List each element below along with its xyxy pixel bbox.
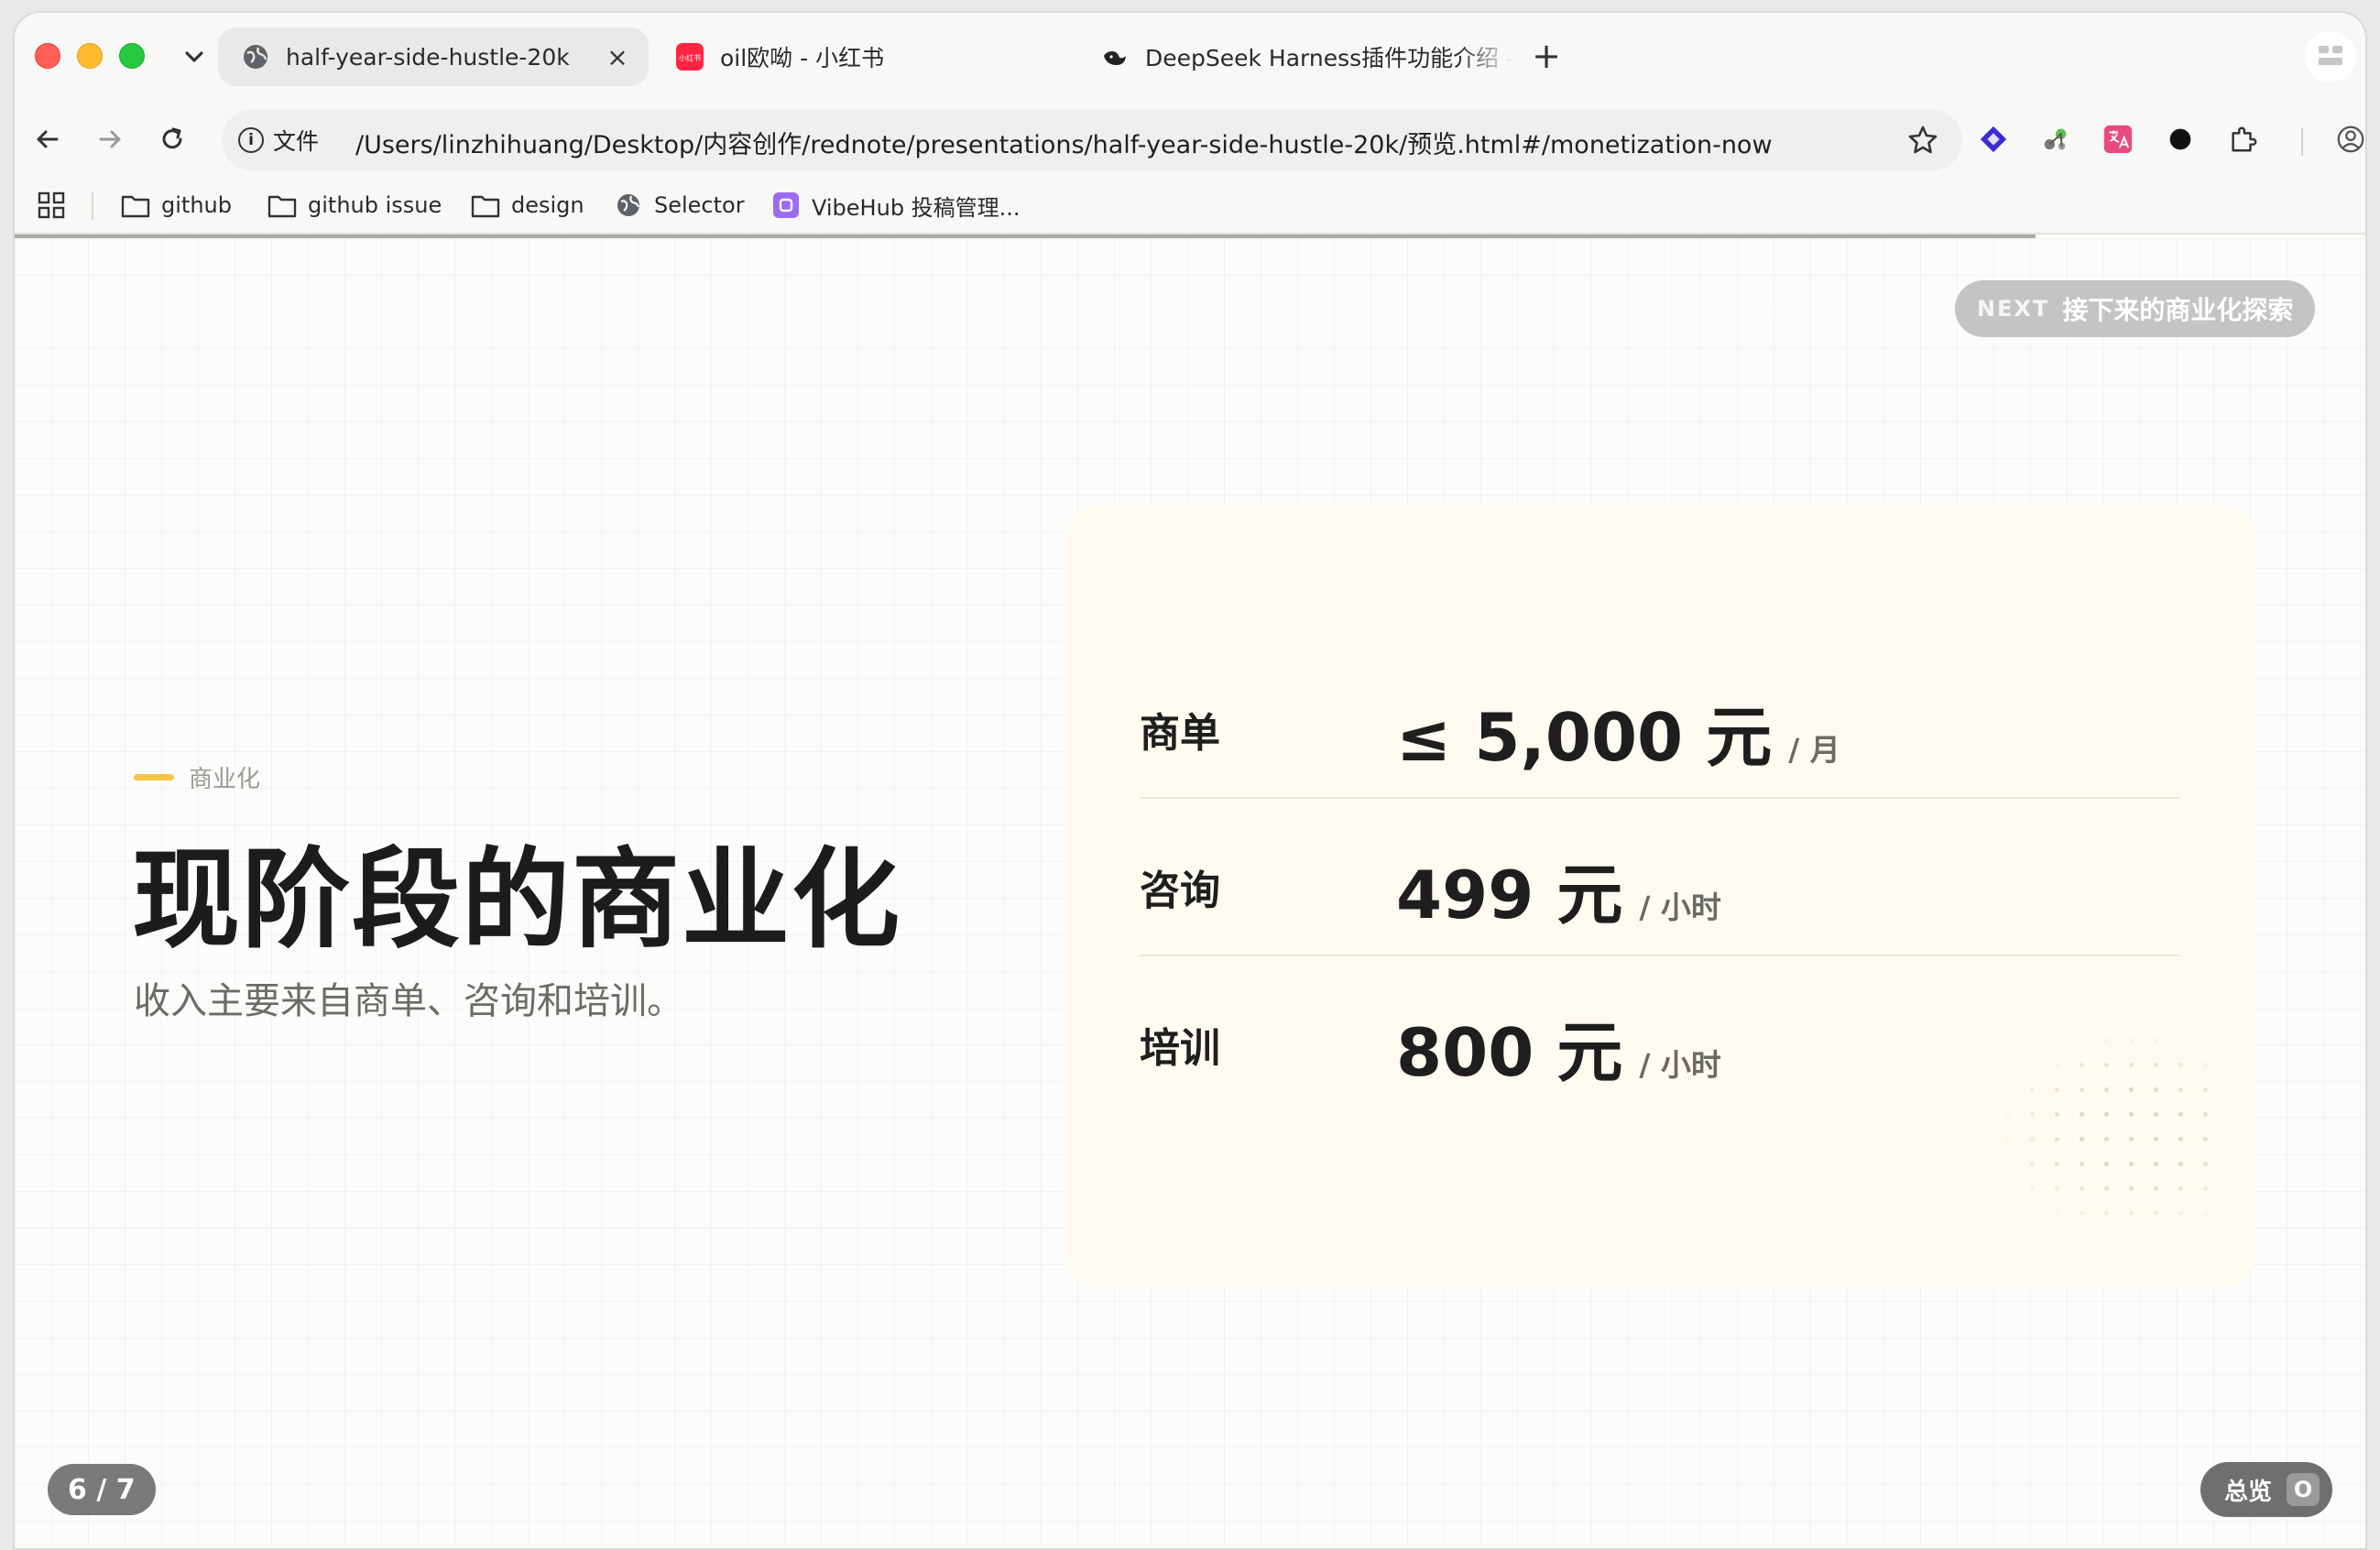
reload-icon[interactable] [152,119,192,159]
extension-molecule-icon[interactable] [2039,123,2072,156]
pricing-label: 商单 [1140,710,1220,757]
tab-xiaohongshu[interactable]: 小红书 oil欧呦 - 小红书 [663,27,1048,86]
bookmark-star-icon[interactable] [1905,123,1940,158]
maximize-window-button[interactable] [119,43,145,69]
profile-avatar-icon[interactable] [2334,123,2365,156]
next-key: NEXT [1977,296,2050,322]
next-slide-pill[interactable]: NEXT 接下来的商业化探索 [1955,280,2316,337]
slide-counter: 6 / 7 [48,1464,156,1515]
site-info-chip[interactable]: i 文件 [238,121,319,159]
apps-grid-icon[interactable] [37,191,66,220]
pricing-label: 培训 [1140,1025,1220,1072]
minimize-window-button[interactable] [77,43,103,69]
extensions-puzzle-icon[interactable] [2226,123,2259,156]
site-info-label: 文件 [273,128,320,155]
pricing-value: ≤ 5,000 元 / 月 [1396,699,1840,776]
vibehub-icon [773,192,799,218]
folder-icon [267,195,297,218]
address-bar[interactable]: i 文件 /Users/linzhihuang/Desktop/内容创作/red… [222,110,1962,170]
folder-icon [121,195,150,218]
slide-title: 现阶段的商业化 [132,836,902,963]
tab-title: half-year-side-hustle-20k [286,43,570,71]
globe-icon [242,43,269,71]
bookmark-design[interactable]: design [471,189,584,222]
pricing-row-consulting: 咨询 499 元 / 小时 [1140,801,2180,956]
extension-diamond-icon[interactable] [1977,123,2010,156]
extension-dot-icon[interactable] [2164,123,2197,156]
bookmark-selector[interactable]: Selector [614,189,745,222]
forward-arrow-icon[interactable] [90,119,130,159]
eyebrow-text: 商业化 [189,766,261,793]
extension-translate-icon[interactable] [2102,123,2134,156]
bookmarks-bar: github github issue design Selector Vibe… [15,176,2365,235]
tab-search-chevron-icon[interactable] [178,40,211,73]
pricing-unit: / 小时 [1639,1047,1721,1083]
browser-window: half-year-side-hustle-20k × 小红书 oil欧呦 - … [13,11,2367,1550]
globe-icon [617,194,640,216]
url-text[interactable]: /Users/linzhihuang/Desktop/内容创作/rednote/… [355,125,1773,160]
folder-icon [471,195,500,218]
pricing-unit: / 小时 [1639,890,1721,925]
overview-button[interactable]: 总览 O [2200,1462,2333,1517]
tab-half-year-side-hustle[interactable]: half-year-side-hustle-20k × [218,27,649,86]
pricing-value: 800 元 / 小时 [1396,1014,1721,1091]
overview-label: 总览 [2224,1478,2273,1506]
next-label: 接下来的商业化探索 [2062,295,2294,325]
slide-subtitle: 收入主要来自商单、咨询和培训。 [134,980,683,1022]
new-tab-button[interactable]: + [1528,38,1565,75]
overview-shortcut-key: O [2287,1473,2320,1506]
close-tab-icon[interactable]: × [603,42,632,72]
tab-deepseek-harness[interactable]: DeepSeek Harness插件功能介绍 – [1092,27,1513,86]
info-icon: i [238,127,264,153]
deepseek-whale-icon [1101,43,1129,71]
xiaohongshu-icon: 小红书 [676,43,704,71]
toolbar: i 文件 /Users/linzhihuang/Desktop/内容创作/red… [15,103,2365,176]
tab-strip: half-year-side-hustle-20k × 小红书 oil欧呦 - … [15,13,2365,103]
pricing-label: 咨询 [1140,868,1220,914]
accent-bar [134,774,174,780]
section-eyebrow: 商业化 [134,760,260,794]
pricing-card: 商单 ≤ 5,000 元 / 月 咨询 499 元 / 小时 培训 800 元 / 小… [1064,506,2255,1288]
pricing-value: 499 元 / 小时 [1396,857,1721,933]
close-window-button[interactable] [35,43,60,69]
back-arrow-icon[interactable] [27,119,68,159]
app-grid-icon[interactable] [2305,31,2356,82]
bookmark-github-issue[interactable]: github issue [267,189,442,222]
decorative-dot-pattern [1995,1028,2224,1239]
bookmark-github[interactable]: github [121,189,232,222]
pricing-row-commercial: 商单 ≤ 5,000 元 / 月 [1140,643,2180,799]
slide-canvas: NEXT 接下来的商业化探索 商业化 现阶段的商业化 收入主要来自商单、咨询和培… [15,238,2365,1548]
bookmark-vibehub[interactable]: VibeHub 投稿管理... [771,189,1021,222]
pricing-unit: / 月 [1788,732,1840,768]
tab-title: oil欧呦 - 小红书 [720,45,885,71]
svg-text:小红书: 小红书 [679,53,701,62]
